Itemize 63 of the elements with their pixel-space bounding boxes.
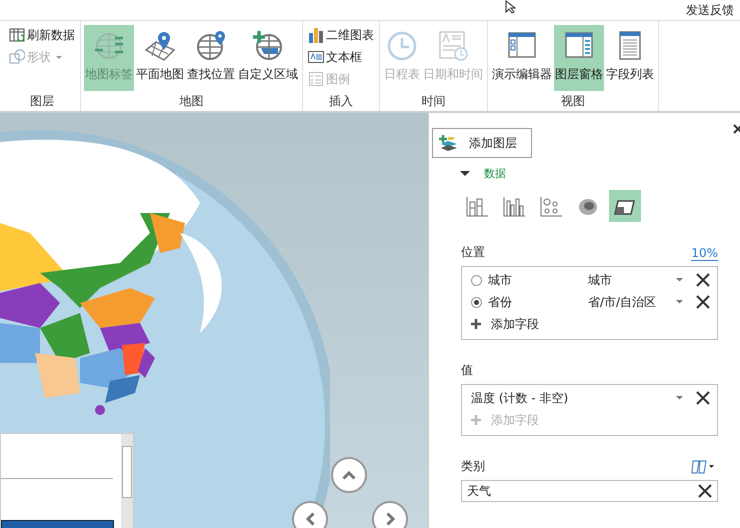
close-icon xyxy=(732,123,740,135)
ribbon-button[interactable]: 文本框 xyxy=(306,47,376,67)
section-title[interactable]: 数据 xyxy=(484,166,506,180)
document-clock-icon xyxy=(437,30,469,62)
stacked-column-icon xyxy=(466,196,488,216)
ribbon-button[interactable]: 自定义区域 xyxy=(237,25,299,91)
navigation-button[interactable] xyxy=(331,457,367,493)
navigation-button[interactable] xyxy=(372,501,408,528)
shapes-icon xyxy=(9,49,25,65)
dropdown-caret-icon xyxy=(676,396,683,400)
text-box-icon xyxy=(308,49,324,65)
globe-icon xyxy=(93,30,125,62)
field-name[interactable]: 温度 (计数 - 非空) xyxy=(471,390,670,406)
bubble-icon xyxy=(540,196,562,216)
plus-icon xyxy=(471,415,481,425)
map-pin-icon xyxy=(144,30,176,62)
scroll-thumb[interactable] xyxy=(122,446,132,498)
group-label: 地图 xyxy=(178,93,204,110)
caret-icon xyxy=(709,465,714,468)
field-name: 省份 xyxy=(488,294,513,310)
remove-icon xyxy=(695,272,711,288)
field-type-dropdown[interactable]: 省/市/自治区 xyxy=(588,294,670,310)
table-refresh-icon xyxy=(9,27,25,43)
clock-icon xyxy=(386,30,418,62)
globe-pin-icon xyxy=(195,30,227,62)
caret-icon xyxy=(56,56,62,58)
radio-button[interactable] xyxy=(471,274,482,286)
category-field[interactable]: 天气 xyxy=(461,480,718,502)
field-name: 城市 xyxy=(488,272,513,288)
add-layer-button[interactable]: 添加图层 xyxy=(432,128,532,158)
bar-chart-icon xyxy=(308,27,324,43)
ribbon-button[interactable]: 二维图表 xyxy=(306,25,376,45)
color-scheme-icon xyxy=(691,458,707,475)
clustered-column-icon xyxy=(503,196,525,216)
ribbon-button[interactable]: 平面地图 xyxy=(135,25,185,91)
layers-icon xyxy=(439,134,457,152)
mouse-cursor-icon xyxy=(505,0,516,14)
group-label: 时间 xyxy=(420,93,446,110)
group-label: 图层 xyxy=(29,93,55,110)
globe-plus-icon xyxy=(252,30,284,62)
radio-button[interactable] xyxy=(471,296,482,308)
dropdown-caret-icon xyxy=(676,278,683,282)
ribbon-button[interactable]: 刷新数据 xyxy=(7,25,77,45)
legend-icon xyxy=(308,71,324,87)
group-label: 视图 xyxy=(560,93,586,110)
section-label: 位置 xyxy=(461,244,485,261)
section-label: 值 xyxy=(461,362,473,379)
remove-icon xyxy=(695,294,711,310)
ribbon-button[interactable]: 图层窗格 xyxy=(554,25,604,91)
dropdown-caret-icon xyxy=(676,300,683,304)
section-label: 类别 xyxy=(461,458,485,475)
chart-type-button[interactable] xyxy=(609,190,641,222)
percent-link[interactable]: 10% xyxy=(691,246,718,261)
ribbon-button[interactable]: 演示编辑器 xyxy=(491,25,553,91)
add-field-button[interactable]: 添加字段 xyxy=(462,313,717,335)
ribbon-button[interactable]: 字段列表 xyxy=(605,25,655,91)
group-label: 插入 xyxy=(328,93,354,110)
remove-icon xyxy=(697,483,713,499)
remove-icon xyxy=(695,390,711,406)
plus-icon xyxy=(471,319,481,329)
field-type-dropdown[interactable]: 城市 xyxy=(588,272,670,288)
ribbon-button[interactable]: 查找位置 xyxy=(186,25,236,91)
feedback-link[interactable]: 发送反馈 xyxy=(686,2,734,18)
